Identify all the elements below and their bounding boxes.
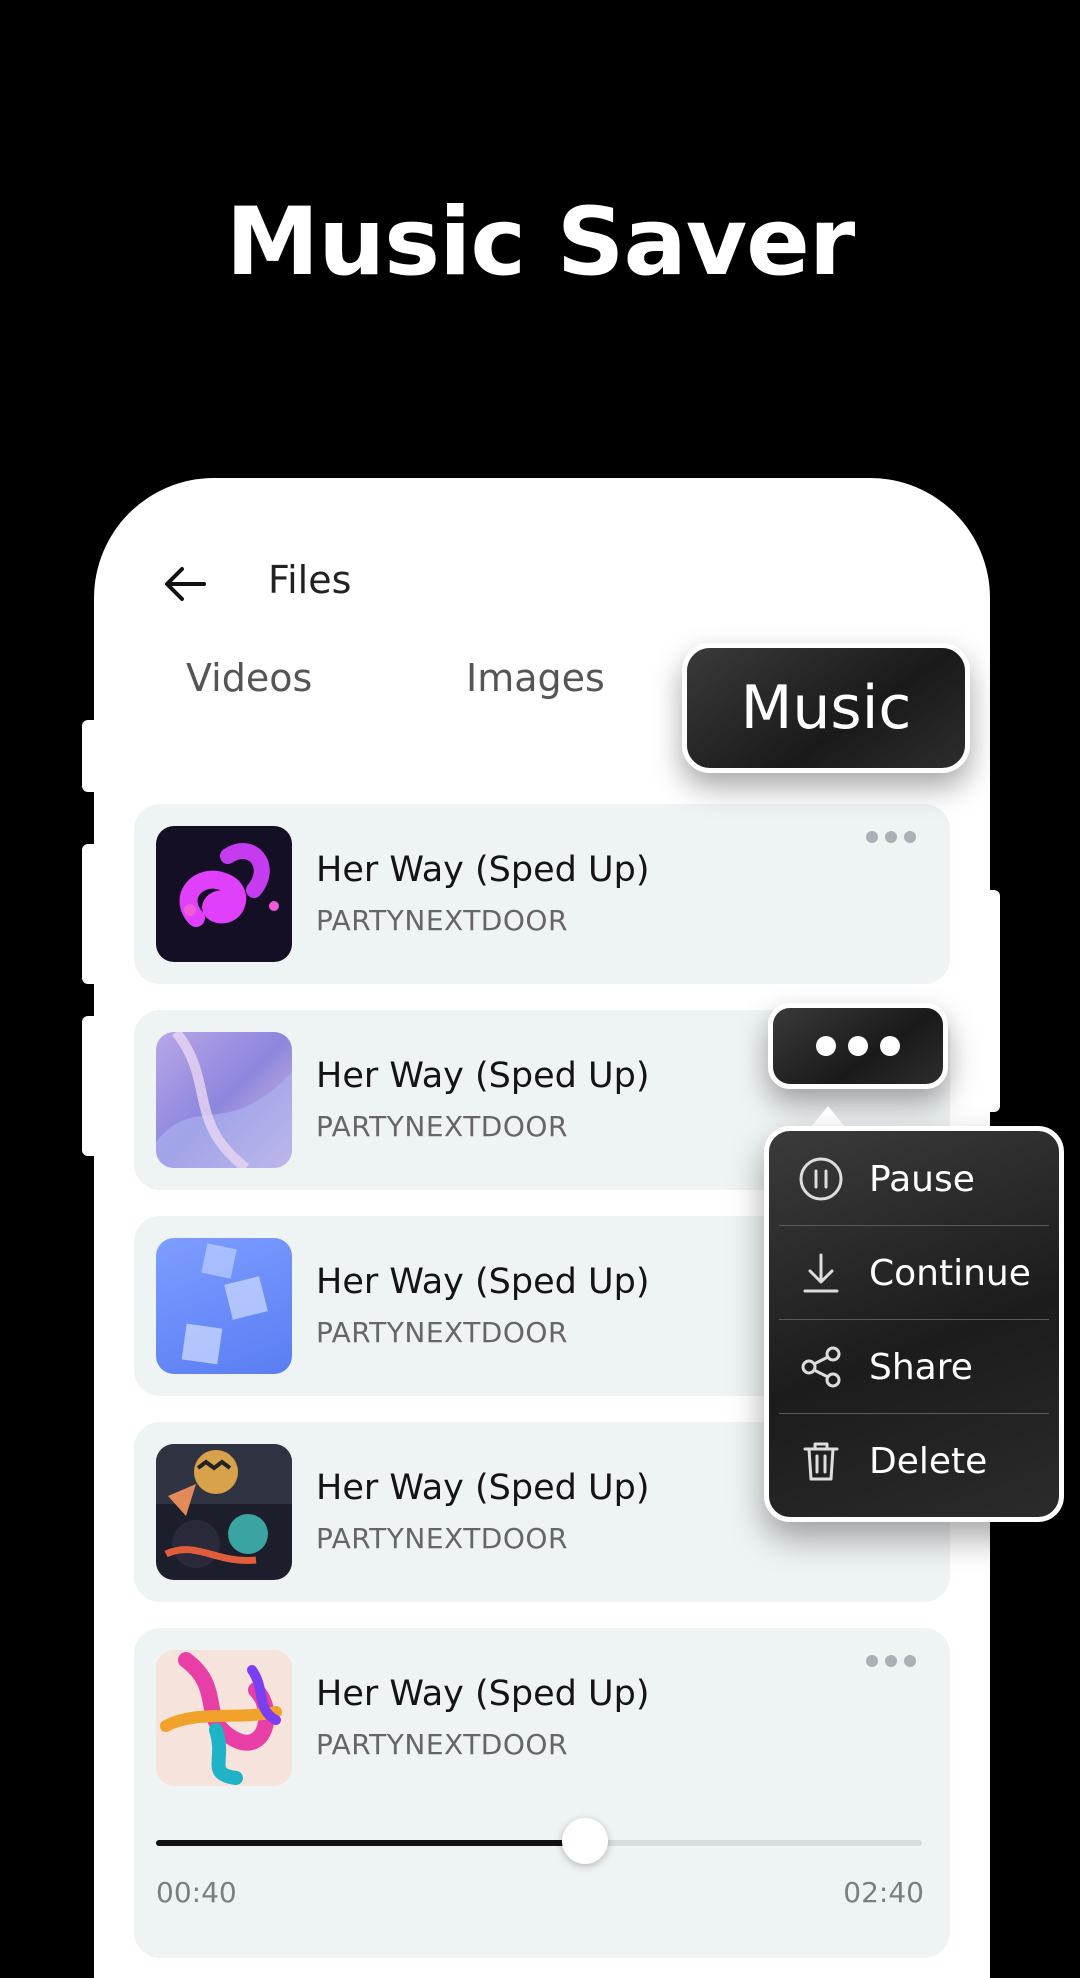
progress-handle[interactable]: [561, 1818, 608, 1864]
more-options-icon[interactable]: [866, 1652, 924, 1667]
download-icon: [803, 1253, 839, 1293]
track-title: Her Way (Sped Up): [316, 1468, 650, 1508]
album-art: [156, 1032, 292, 1168]
track-artist: PARTYNEXTDOOR: [316, 904, 568, 937]
more-options-button[interactable]: [768, 1003, 948, 1089]
menu-item-pause[interactable]: Pause: [769, 1131, 1059, 1225]
track-title: Her Way (Sped Up): [316, 1056, 650, 1096]
total-time: 02:40: [843, 1876, 924, 1909]
track-title: Her Way (Sped Up): [316, 850, 650, 890]
album-art: [156, 1444, 292, 1580]
list-item[interactable]: Her Way (Sped Up) PARTYNEXTDOOR: [134, 804, 950, 984]
current-time: 00:40: [156, 1876, 237, 1909]
top-bar: Files: [94, 478, 990, 602]
track-artist: PARTYNEXTDOOR: [316, 1110, 568, 1143]
tab-images[interactable]: Images: [466, 656, 605, 700]
menu-item-continue[interactable]: Continue: [769, 1225, 1059, 1319]
trash-icon: [803, 1442, 839, 1481]
pause-icon: [799, 1157, 843, 1201]
tab-music[interactable]: Music: [682, 643, 970, 773]
track-title: Her Way (Sped Up): [316, 1262, 650, 1302]
tab-videos[interactable]: Videos: [186, 656, 312, 700]
track-title: Her Way (Sped Up): [316, 1674, 650, 1714]
list-item[interactable]: Her Way (Sped Up) PARTYNEXTDOOR 00:40 02…: [134, 1628, 950, 1958]
album-art: [156, 1238, 292, 1374]
menu-item-label: Share: [869, 1347, 973, 1388]
menu-item-label: Delete: [869, 1441, 988, 1482]
promo-headline: Music Saver: [225, 188, 856, 297]
progress-fill: [156, 1840, 585, 1846]
page-title: Files: [268, 558, 352, 602]
album-art: [156, 826, 292, 962]
menu-item-share[interactable]: Share: [769, 1319, 1059, 1413]
context-menu: Pause Continue Share Delete: [764, 1126, 1064, 1522]
more-options-icon[interactable]: [866, 828, 924, 843]
menu-item-label: Continue: [869, 1253, 1031, 1294]
progress-slider[interactable]: [156, 1818, 922, 1864]
share-icon: [801, 1346, 841, 1388]
menu-pointer: [810, 1106, 846, 1128]
track-artist: PARTYNEXTDOOR: [316, 1728, 568, 1761]
track-artist: PARTYNEXTDOOR: [316, 1316, 568, 1349]
track-artist: PARTYNEXTDOOR: [316, 1522, 568, 1555]
arrow-left-icon[interactable]: [160, 560, 208, 608]
menu-item-delete[interactable]: Delete: [769, 1413, 1059, 1507]
menu-item-label: Pause: [869, 1159, 975, 1200]
album-art: [156, 1650, 292, 1786]
